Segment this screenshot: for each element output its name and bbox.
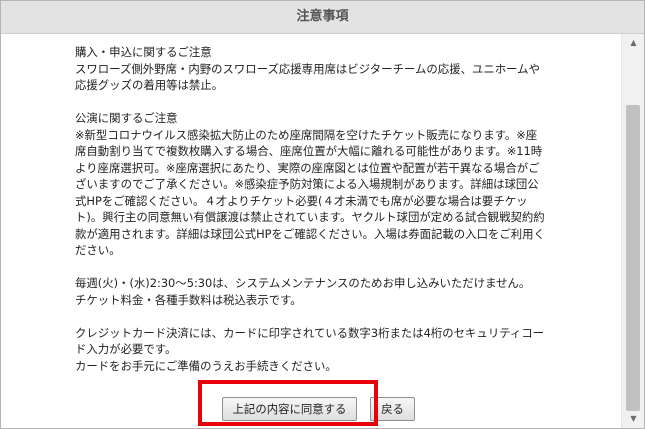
scroll-down-icon[interactable]: ▼ — [622, 410, 644, 428]
dialog-title: 注意事項 — [1, 1, 644, 34]
purchase-notice-section: 購入・申込に関するご注意 スワローズ側外野席・内野のスワローズ応援専用席はビジタ… — [75, 44, 605, 94]
section-heading: 購入・申込に関するご注意 — [75, 45, 212, 59]
notice-line: スワローズ側外野席・内野のスワローズ応援専用席はビジターチームの応援、ユニホーム… — [75, 61, 540, 76]
notice-line: ださい。 — [75, 243, 121, 257]
notice-line: より座席選択可。※座席選択にあたり、実際の座席図とは位置や配置が若干異なる場合が… — [75, 160, 540, 175]
notice-line: チケット料金・各種手数料は税込表示です。 — [75, 292, 302, 307]
notice-line: ざいますのでご了承ください。※感染症予防対策による入場規制があります。詳細は球団… — [75, 177, 539, 191]
back-button[interactable]: 戻る — [370, 397, 415, 421]
maintenance-notice-section: 毎週(火)・(水)2:30〜5:30は、システムメンテナンスのためお申し込みいた… — [75, 275, 605, 308]
vertical-scrollbar[interactable]: ▲ ▼ — [621, 34, 644, 428]
notice-line: 款が適用されます。詳細は球団公式HPをご確認ください。入場は券面記載の入口をご利… — [75, 226, 545, 241]
event-notice-section: 公演に関するご注意 ※新型コロナウイルス感染拡大防止のため座席間隔を空けたチケッ… — [75, 110, 605, 259]
agree-button[interactable]: 上記の内容に同意する — [222, 397, 357, 421]
notice-line: ※新型コロナウイルス感染拡大防止のため座席間隔を空けたチケット販売になります。※… — [75, 127, 538, 142]
notice-text: 購入・申込に関するご注意 スワローズ側外野席・内野のスワローズ応援専用席はビジタ… — [75, 44, 605, 391]
notice-line: カードをお手元にご準備のうえお手続きください。 — [75, 358, 337, 373]
notice-dialog: 注意事項 購入・申込に関するご注意 スワローズ側外野席・内野のスワローズ応援専用… — [0, 0, 645, 429]
scrollbar-thumb[interactable] — [626, 105, 640, 411]
notice-line: ド入力が必要です。 — [75, 342, 177, 356]
payment-notice-section: クレジットカード決済には、カードに印字されている数字3桁または4桁のセキュリティ… — [75, 325, 605, 375]
button-row: 上記の内容に同意する 戻る — [1, 396, 621, 424]
notice-line: クレジットカード決済には、カードに印字されている数字3桁または4桁のセキュリティ… — [75, 325, 545, 340]
section-heading: 公演に関するご注意 — [75, 111, 178, 125]
notice-line: 席自動割り当てで複数枚購入する場合、座席位置が大幅に離れる可能性があります。※1… — [75, 144, 543, 158]
notice-content[interactable]: 購入・申込に関するご注意 スワローズ側外野席・内野のスワローズ応援専用席はビジタ… — [1, 34, 621, 428]
notice-line: ト)。興行主の同意無い有償譲渡は禁止されています。ヤクルト球団が定める試合観戦契… — [75, 210, 545, 224]
notice-line: 応援グッズの着用等は禁止。 — [75, 78, 224, 92]
notice-line: 毎週(火)・(水)2:30〜5:30は、システムメンテナンスのためお申し込みいた… — [75, 276, 531, 290]
notice-line: 式HPをご確認ください。４才よりチケット必要(４才未満でも席が必要な場合は要チケ… — [75, 193, 528, 208]
scroll-up-icon[interactable]: ▲ — [622, 34, 644, 52]
